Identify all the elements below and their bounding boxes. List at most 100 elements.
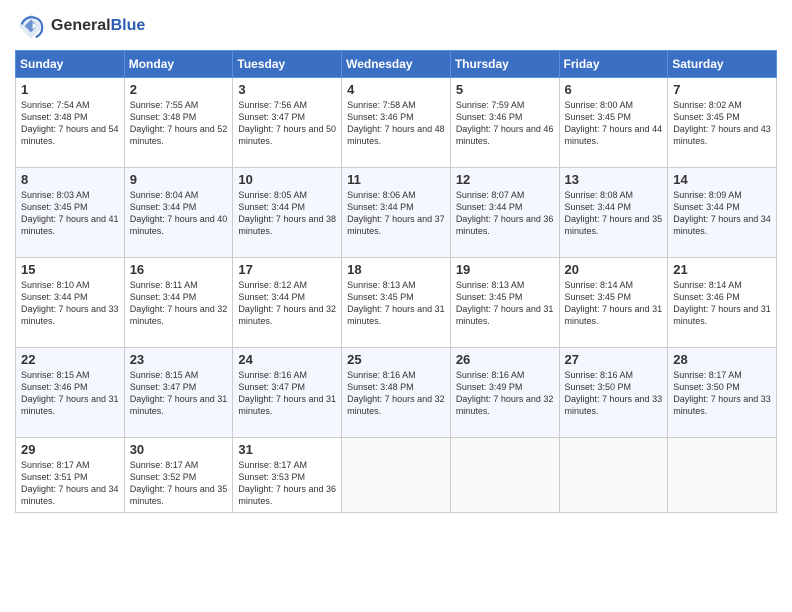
calendar-cell: 14 Sunrise: 8:09 AM Sunset: 3:44 PM Dayli… <box>668 168 777 258</box>
day-info: Sunrise: 8:03 AM Sunset: 3:45 PM Dayligh… <box>21 189 119 238</box>
day-number: 25 <box>347 352 445 367</box>
day-number: 23 <box>130 352 228 367</box>
day-number: 16 <box>130 262 228 277</box>
day-info: Sunrise: 8:10 AM Sunset: 3:44 PM Dayligh… <box>21 279 119 328</box>
calendar-cell: 29 Sunrise: 8:17 AM Sunset: 3:51 PM Dayli… <box>16 438 125 513</box>
day-number: 2 <box>130 82 228 97</box>
day-info: Sunrise: 8:17 AM Sunset: 3:50 PM Dayligh… <box>673 369 771 418</box>
calendar-cell: 30 Sunrise: 8:17 AM Sunset: 3:52 PM Dayli… <box>124 438 233 513</box>
day-number: 14 <box>673 172 771 187</box>
day-info: Sunrise: 8:08 AM Sunset: 3:44 PM Dayligh… <box>565 189 663 238</box>
day-info: Sunrise: 8:11 AM Sunset: 3:44 PM Dayligh… <box>130 279 228 328</box>
day-number: 1 <box>21 82 119 97</box>
calendar-cell <box>668 438 777 513</box>
day-info: Sunrise: 8:17 AM Sunset: 3:53 PM Dayligh… <box>238 459 336 508</box>
day-number: 17 <box>238 262 336 277</box>
day-info: Sunrise: 8:04 AM Sunset: 3:44 PM Dayligh… <box>130 189 228 238</box>
day-info: Sunrise: 8:17 AM Sunset: 3:51 PM Dayligh… <box>21 459 119 508</box>
day-info: Sunrise: 8:16 AM Sunset: 3:47 PM Dayligh… <box>238 369 336 418</box>
day-number: 30 <box>130 442 228 457</box>
calendar-cell: 26Sunrise: 8:16 AM Sunset: 3:49 PM Dayli… <box>450 348 559 438</box>
day-of-week-header: Thursday <box>450 51 559 78</box>
calendar-cell: 4 Sunrise: 7:58 AM Sunset: 3:46 PM Daylig… <box>342 78 451 168</box>
calendar-cell: 16 Sunrise: 8:11 AM Sunset: 3:44 PM Dayli… <box>124 258 233 348</box>
day-of-week-header: Monday <box>124 51 233 78</box>
calendar-cell: 25 Sunrise: 8:16 AM Sunset: 3:48 PM Dayli… <box>342 348 451 438</box>
day-info: Sunrise: 8:05 AM Sunset: 3:44 PM Dayligh… <box>238 189 336 238</box>
calendar-cell: 15 Sunrise: 8:10 AM Sunset: 3:44 PM Dayli… <box>16 258 125 348</box>
logo-text: GeneralBlue <box>51 17 145 35</box>
calendar-cell: 7Sunrise: 8:02 AM Sunset: 3:45 PM Daylig… <box>668 78 777 168</box>
generalblue-icon <box>15 10 47 42</box>
day-number: 10 <box>238 172 336 187</box>
calendar-cell: 28 Sunrise: 8:17 AM Sunset: 3:50 PM Dayli… <box>668 348 777 438</box>
day-info: Sunrise: 8:14 AM Sunset: 3:45 PM Dayligh… <box>565 279 663 328</box>
day-number: 29 <box>21 442 119 457</box>
calendar-cell: 17 Sunrise: 8:12 AM Sunset: 3:44 PM Dayli… <box>233 258 342 348</box>
calendar-cell: 13 Sunrise: 8:08 AM Sunset: 3:44 PM Dayli… <box>559 168 668 258</box>
day-info: Sunrise: 8:00 AM Sunset: 3:45 PM Dayligh… <box>565 99 663 148</box>
day-info: Sunrise: 8:13 AM Sunset: 3:45 PM Dayligh… <box>456 279 554 328</box>
day-number: 19 <box>456 262 554 277</box>
calendar-cell: 22 Sunrise: 8:15 AM Sunset: 3:46 PM Dayli… <box>16 348 125 438</box>
calendar-cell: 2 Sunrise: 7:55 AM Sunset: 3:48 PM Daylig… <box>124 78 233 168</box>
day-info: Sunrise: 7:59 AM Sunset: 3:46 PM Dayligh… <box>456 99 554 148</box>
logo-general: General <box>51 17 111 34</box>
day-number: 15 <box>21 262 119 277</box>
day-number: 20 <box>565 262 663 277</box>
calendar-cell: 11Sunrise: 8:06 AM Sunset: 3:44 PM Dayli… <box>342 168 451 258</box>
day-of-week-header: Wednesday <box>342 51 451 78</box>
day-info: Sunrise: 8:16 AM Sunset: 3:49 PM Dayligh… <box>456 369 554 418</box>
day-number: 9 <box>130 172 228 187</box>
calendar-table: SundayMondayTuesdayWednesdayThursdayFrid… <box>15 50 777 513</box>
header: GeneralBlue <box>15 10 777 42</box>
calendar-cell: 31 Sunrise: 8:17 AM Sunset: 3:53 PM Dayli… <box>233 438 342 513</box>
day-of-week-header: Tuesday <box>233 51 342 78</box>
calendar-cell: 18 Sunrise: 8:13 AM Sunset: 3:45 PM Dayli… <box>342 258 451 348</box>
calendar-cell: 10 Sunrise: 8:05 AM Sunset: 3:44 PM Dayli… <box>233 168 342 258</box>
calendar-cell: 9 Sunrise: 8:04 AM Sunset: 3:44 PM Daylig… <box>124 168 233 258</box>
day-info: Sunrise: 8:14 AM Sunset: 3:46 PM Dayligh… <box>673 279 771 328</box>
day-number: 5 <box>456 82 554 97</box>
calendar-cell <box>559 438 668 513</box>
day-info: Sunrise: 7:55 AM Sunset: 3:48 PM Dayligh… <box>130 99 228 148</box>
day-number: 8 <box>21 172 119 187</box>
day-info: Sunrise: 8:16 AM Sunset: 3:48 PM Dayligh… <box>347 369 445 418</box>
calendar-cell: 19 Sunrise: 8:13 AM Sunset: 3:45 PM Dayli… <box>450 258 559 348</box>
day-number: 4 <box>347 82 445 97</box>
day-number: 18 <box>347 262 445 277</box>
days-of-week-row: SundayMondayTuesdayWednesdayThursdayFrid… <box>16 51 777 78</box>
day-number: 13 <box>565 172 663 187</box>
calendar-cell: 27 Sunrise: 8:16 AM Sunset: 3:50 PM Dayli… <box>559 348 668 438</box>
day-info: Sunrise: 8:17 AM Sunset: 3:52 PM Dayligh… <box>130 459 228 508</box>
logo-blue: Blue <box>111 17 146 34</box>
day-info: Sunrise: 8:12 AM Sunset: 3:44 PM Dayligh… <box>238 279 336 328</box>
day-info: Sunrise: 8:06 AM Sunset: 3:44 PM Dayligh… <box>347 189 445 238</box>
page: GeneralBlue SundayMondayTuesdayWednesday… <box>0 0 792 612</box>
day-info: Sunrise: 8:16 AM Sunset: 3:50 PM Dayligh… <box>565 369 663 418</box>
calendar-cell <box>342 438 451 513</box>
calendar-cell: 6Sunrise: 8:00 AM Sunset: 3:45 PM Daylig… <box>559 78 668 168</box>
calendar-cell: 1 Sunrise: 7:54 AM Sunset: 3:48 PM Daylig… <box>16 78 125 168</box>
day-number: 31 <box>238 442 336 457</box>
day-info: Sunrise: 8:13 AM Sunset: 3:45 PM Dayligh… <box>347 279 445 328</box>
day-info: Sunrise: 7:54 AM Sunset: 3:48 PM Dayligh… <box>21 99 119 148</box>
day-info: Sunrise: 8:09 AM Sunset: 3:44 PM Dayligh… <box>673 189 771 238</box>
calendar-cell: 12 Sunrise: 8:07 AM Sunset: 3:44 PM Dayli… <box>450 168 559 258</box>
day-number: 12 <box>456 172 554 187</box>
calendar-cell: 3Sunrise: 7:56 AM Sunset: 3:47 PM Daylig… <box>233 78 342 168</box>
day-number: 24 <box>238 352 336 367</box>
day-number: 28 <box>673 352 771 367</box>
day-info: Sunrise: 8:15 AM Sunset: 3:46 PM Dayligh… <box>21 369 119 418</box>
day-number: 22 <box>21 352 119 367</box>
day-of-week-header: Sunday <box>16 51 125 78</box>
calendar-cell <box>450 438 559 513</box>
day-info: Sunrise: 7:56 AM Sunset: 3:47 PM Dayligh… <box>238 99 336 148</box>
day-info: Sunrise: 8:07 AM Sunset: 3:44 PM Dayligh… <box>456 189 554 238</box>
day-info: Sunrise: 7:58 AM Sunset: 3:46 PM Dayligh… <box>347 99 445 148</box>
day-number: 27 <box>565 352 663 367</box>
calendar-cell: 24 Sunrise: 8:16 AM Sunset: 3:47 PM Dayli… <box>233 348 342 438</box>
calendar-cell: 20 Sunrise: 8:14 AM Sunset: 3:45 PM Dayli… <box>559 258 668 348</box>
calendar-body: 1 Sunrise: 7:54 AM Sunset: 3:48 PM Daylig… <box>16 78 777 513</box>
day-number: 7 <box>673 82 771 97</box>
